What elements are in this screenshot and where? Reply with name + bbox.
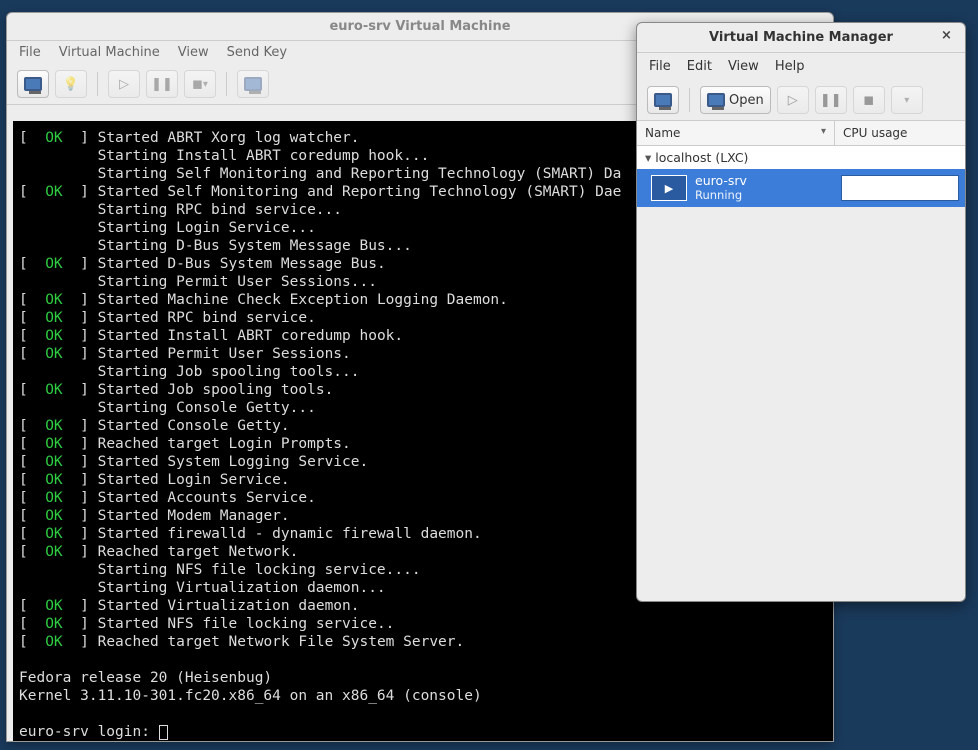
menu-view[interactable]: View [178, 45, 209, 60]
vm-cpu-graph [841, 175, 959, 201]
toolbar-separator-2 [226, 72, 227, 96]
mgr-shutdown-button[interactable]: ◼ [853, 86, 885, 114]
vm-running-icon: ▶ [651, 175, 687, 201]
virt-manager-window: Virtual Machine Manager × File Edit View… [636, 22, 966, 602]
mgr-toolbar-sep [689, 88, 690, 112]
run-button[interactable]: ▷ [108, 70, 140, 98]
shutdown-button[interactable]: ◼ ▾ [184, 70, 216, 98]
monitor-icon [707, 93, 725, 107]
mgr-menu-edit[interactable]: Edit [687, 59, 712, 74]
mgr-menu-file[interactable]: File [649, 59, 671, 74]
chevron-down-icon: ▾ [821, 126, 826, 140]
mgr-run-button[interactable]: ▷ [777, 86, 809, 114]
column-name[interactable]: Name ▾ [637, 121, 835, 145]
fullscreen-button[interactable] [237, 70, 269, 98]
monitor-icon [244, 77, 262, 91]
mgr-menu-view[interactable]: View [728, 59, 759, 74]
lightbulb-button[interactable]: 💡 [55, 70, 87, 98]
vm-row[interactable]: ▶ euro-srv Running [637, 169, 965, 207]
mgr-shutdown-menu[interactable]: ▾ [891, 86, 923, 114]
menu-virtual-machine[interactable]: Virtual Machine [59, 45, 160, 60]
host-row[interactable]: localhost (LXC) [637, 146, 965, 169]
manager-columns: Name ▾ CPU usage [637, 121, 965, 146]
open-label: Open [729, 93, 764, 108]
close-icon[interactable]: × [941, 28, 957, 44]
console-details-button[interactable] [17, 70, 49, 98]
manager-vm-list: localhost (LXC) ▶ euro-srv Running [637, 146, 965, 207]
manager-toolbar: Open ▷ ❚❚ ◼ ▾ [637, 80, 965, 121]
manager-title: Virtual Machine Manager [709, 30, 893, 45]
vm-status: Running [695, 188, 841, 203]
mgr-pause-button[interactable]: ❚❚ [815, 86, 847, 114]
menu-send-key[interactable]: Send Key [227, 45, 287, 60]
vm-name: euro-srv [695, 173, 841, 188]
manager-titlebar: Virtual Machine Manager × [637, 23, 965, 53]
manager-menubar: File Edit View Help [637, 53, 965, 80]
new-vm-button[interactable] [647, 86, 679, 114]
vm-text: euro-srv Running [695, 173, 841, 203]
column-cpu[interactable]: CPU usage [835, 121, 965, 145]
col-name-label: Name [645, 126, 680, 140]
monitor-icon [654, 93, 672, 107]
toolbar-separator [97, 72, 98, 96]
monitor-icon [24, 77, 42, 91]
menu-file[interactable]: File [19, 45, 41, 60]
open-button[interactable]: Open [700, 86, 771, 114]
mgr-menu-help[interactable]: Help [775, 59, 805, 74]
pause-button[interactable]: ❚❚ [146, 70, 178, 98]
